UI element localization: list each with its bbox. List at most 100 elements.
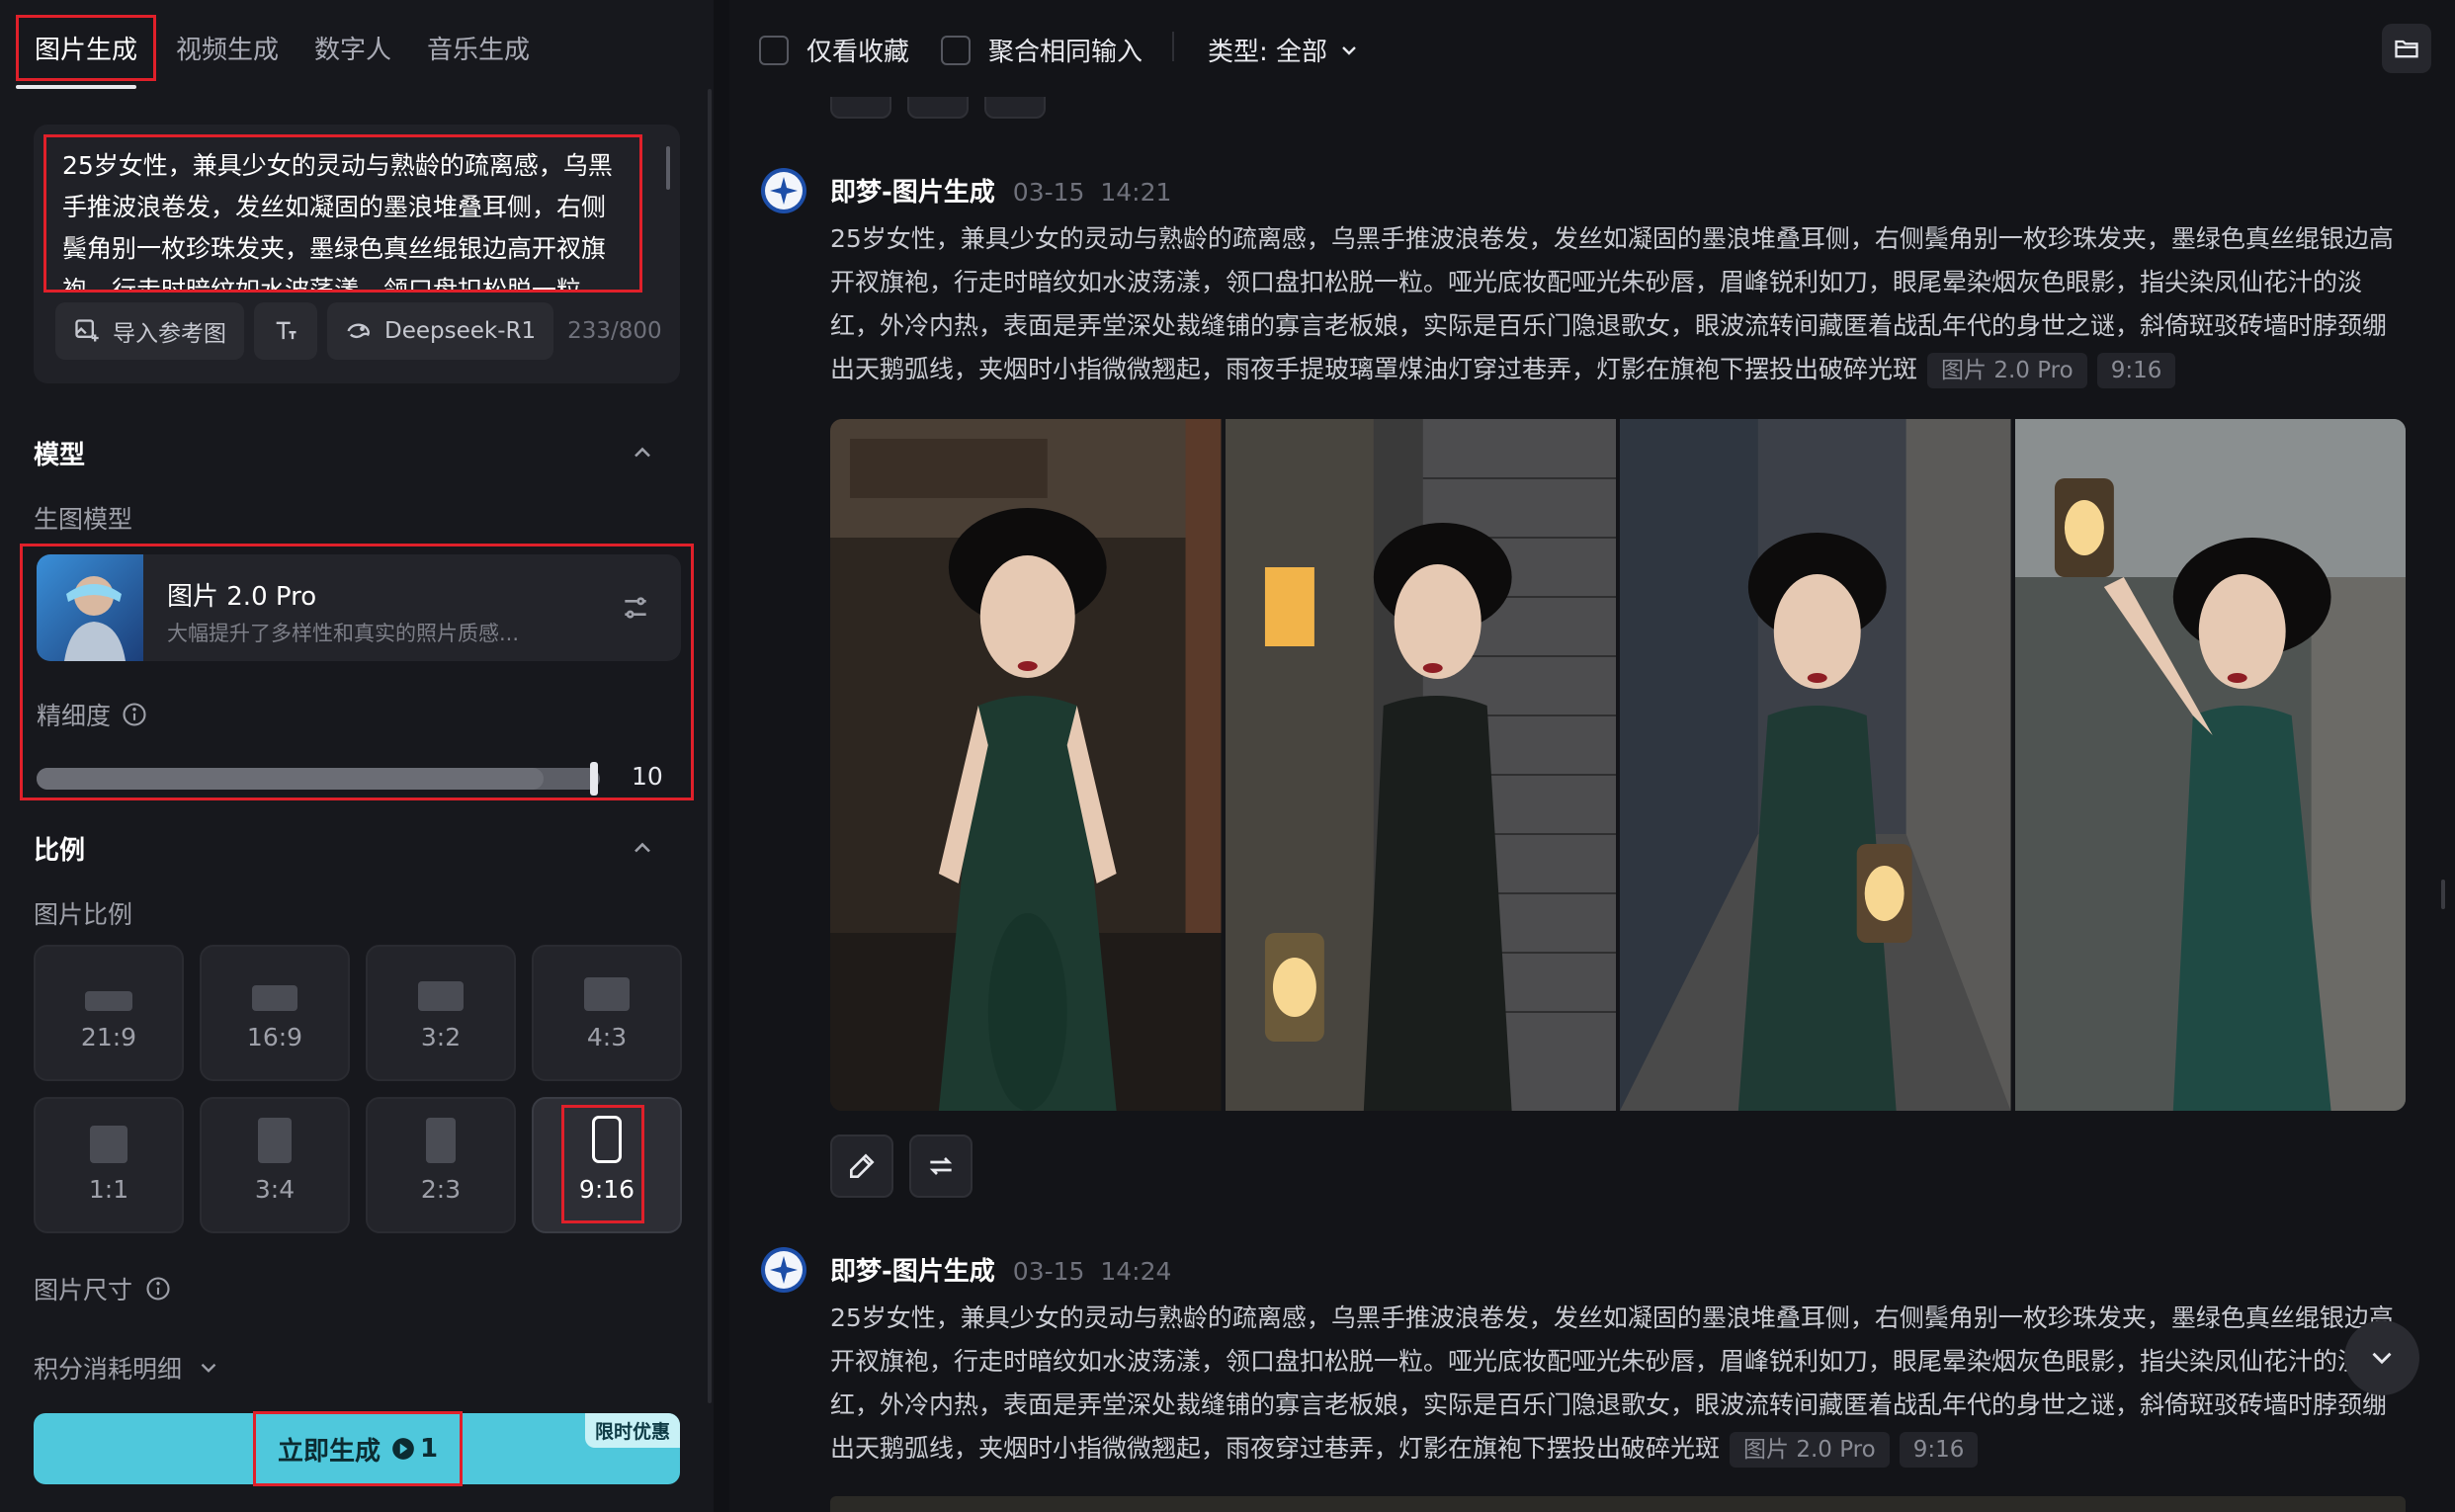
ratio-option-4-3[interactable]: 4:3 (532, 945, 682, 1081)
model-section-title: 模型 (34, 441, 86, 470)
type-filter-label: 类型: 全部 (1208, 38, 1328, 67)
filter-bar: 仅看收藏 聚合相同输入 类型: 全部 (729, 0, 2455, 97)
type-filter-dropdown[interactable]: 类型: 全部 (1208, 32, 1361, 68)
edit-button[interactable] (830, 1134, 893, 1198)
prompt-textarea[interactable]: 25岁女性，兼具少女的灵动与熟龄的疏离感，乌黑手推波浪卷发，发丝如凝固的墨浪堆叠… (43, 134, 642, 293)
precision-slider-thumb[interactable] (590, 762, 598, 796)
ratio-shape-icon (90, 1126, 127, 1163)
model-tag[interactable]: 图片 2.0 Pro (1730, 1432, 1890, 1468)
import-reference-label: 导入参考图 (113, 321, 226, 347)
ratio-label: 16:9 (246, 1023, 303, 1051)
message-date: 03-15 (1012, 178, 1085, 207)
chevron-up-icon[interactable] (629, 439, 656, 466)
right-scrollbar[interactable] (2441, 880, 2445, 909)
left-scrollbar[interactable] (708, 89, 712, 1403)
checkbox-box (759, 35, 789, 65)
ratio-shape-icon (584, 977, 630, 1011)
credits-detail-text: 积分消耗明细 (34, 1355, 183, 1384)
generated-images (830, 419, 2406, 1111)
model-highlight-box: 图片 2.0 Pro 大幅提升了多样性和真实的照片质感... 精细度 10 (20, 544, 694, 800)
credit-coin-icon (392, 1438, 414, 1460)
message-prompt-text: 25岁女性，兼具少女的灵动与熟龄的疏离感，乌黑手推波浪卷发，发丝如凝固的墨浪堆叠… (830, 1297, 2410, 1470)
model-card[interactable]: 图片 2.0 Pro 大幅提升了多样性和真实的照片质感... (37, 554, 681, 661)
image-add-icon (75, 319, 99, 342)
info-icon[interactable] (144, 1275, 172, 1302)
precision-slider-fill (37, 768, 544, 790)
sliders-settings-icon[interactable] (620, 592, 651, 624)
dreamina-logo-icon (761, 1247, 806, 1293)
right-panel: 仅看收藏 聚合相同输入 类型: 全部 即梦-图片生成 03-15 14:21 2… (729, 0, 2455, 1512)
ratio-shape-icon (258, 1118, 292, 1163)
dreamina-logo-icon (761, 168, 806, 213)
chevron-up-icon[interactable] (629, 834, 656, 862)
limited-offer-badge: 限时优惠 (584, 1413, 680, 1448)
ratio-option-3-4[interactable]: 3:4 (200, 1097, 350, 1233)
ratio-tag[interactable]: 9:16 (1899, 1432, 1979, 1468)
ratio-option-3-2[interactable]: 3:2 (366, 945, 516, 1081)
refresh-arrows-icon (929, 1157, 953, 1175)
ratio-option-21-9[interactable]: 21:9 (34, 945, 184, 1081)
prompt-scrollbar[interactable] (666, 146, 670, 190)
tab-image-generation[interactable]: 图片生成 (16, 14, 157, 81)
ratio-tag[interactable]: 9:16 (2096, 353, 2176, 388)
generate-cost: 1 (390, 1434, 438, 1464)
ratio-label: 3:2 (420, 1023, 462, 1051)
ratio-label: 21:9 (80, 1023, 137, 1051)
tab-music-generation[interactable]: 音乐生成 (411, 18, 546, 78)
tab-digital-human[interactable]: 数字人 (298, 18, 407, 78)
char-counter: 233/800 (567, 318, 662, 344)
generate-cost-value: 1 (419, 1434, 439, 1464)
generated-image-2[interactable] (1225, 419, 1616, 1111)
generate-label: 立即生成 (277, 1436, 381, 1467)
ratio-shape-icon (418, 981, 464, 1011)
scroll-to-bottom-button[interactable] (2344, 1320, 2419, 1395)
info-icon[interactable] (121, 701, 148, 728)
precision-value: 10 (632, 762, 663, 791)
chevron-down-icon (201, 1363, 216, 1373)
message-time: 14:21 (1100, 178, 1172, 207)
text-style-button[interactable] (254, 302, 317, 360)
selected-ratio-highlight (561, 1105, 644, 1223)
prompt-tools: 导入参考图 Deepseek-R1 233/800 (55, 302, 662, 360)
divider (1172, 32, 1174, 61)
deepseek-button[interactable]: Deepseek-R1 (327, 302, 554, 360)
image-size-text: 图片尺寸 (34, 1276, 133, 1304)
folder-icon (2395, 40, 2418, 58)
ratio-label: 3:4 (254, 1175, 296, 1204)
message-date: 03-15 (1012, 1257, 1085, 1286)
generate-button[interactable]: 立即生成 1 限时优惠 (34, 1411, 680, 1486)
deepseek-label: Deepseek-R1 (384, 318, 537, 344)
ratio-shape-icon (252, 985, 297, 1011)
favorites-only-checkbox[interactable]: 仅看收藏 (759, 32, 909, 68)
credits-detail-toggle[interactable]: 积分消耗明细 (34, 1350, 221, 1386)
message-time: 14:24 (1100, 1257, 1172, 1286)
message-author: 即梦-图片生成 (830, 178, 995, 208)
message-header: 即梦-图片生成 03-15 14:21 (830, 172, 1171, 209)
folder-button[interactable] (2382, 24, 2431, 73)
ratio-option-1-1[interactable]: 1:1 (34, 1097, 184, 1233)
merge-same-input-label: 聚合相同输入 (988, 38, 1143, 67)
import-reference-button[interactable]: 导入参考图 (55, 302, 244, 360)
precision-slider-track[interactable] (37, 768, 600, 790)
next-images-preview (830, 1496, 2406, 1512)
message-timestamp: 03-15 14:24 (1013, 1257, 1172, 1286)
regenerate-button[interactable] (909, 1134, 973, 1198)
image-actions (830, 1134, 973, 1198)
generated-image-3[interactable] (1620, 419, 2011, 1111)
message-prompt-text: 25岁女性，兼具少女的灵动与熟龄的疏离感，乌黑手推波浪卷发，发丝如凝固的墨浪堆叠… (830, 217, 2410, 391)
model-tag[interactable]: 图片 2.0 Pro (1927, 353, 2087, 388)
checkbox-box (941, 35, 971, 65)
model-sub-label: 生图模型 (34, 505, 133, 534)
image-size-label: 图片尺寸 (34, 1271, 172, 1306)
generated-image-1[interactable] (830, 419, 1222, 1111)
tab-video-generation[interactable]: 视频生成 (160, 18, 295, 78)
left-panel: 图片生成 视频生成 数字人 音乐生成 25岁女性，兼具少女的灵动与熟龄的疏离感，… (0, 0, 714, 1512)
merge-same-input-checkbox[interactable]: 聚合相同输入 (941, 32, 1143, 68)
precision-label-text: 精细度 (37, 702, 112, 730)
chevron-down-icon (2372, 1352, 2392, 1365)
ratio-option-2-3[interactable]: 2:3 (366, 1097, 516, 1233)
message-body: 25岁女性，兼具少女的灵动与熟龄的疏离感，乌黑手推波浪卷发，发丝如凝固的墨浪堆叠… (830, 1303, 2394, 1463)
active-tab-indicator (16, 85, 136, 89)
generated-image-4[interactable] (2014, 419, 2406, 1111)
ratio-option-16-9[interactable]: 16:9 (200, 945, 350, 1081)
